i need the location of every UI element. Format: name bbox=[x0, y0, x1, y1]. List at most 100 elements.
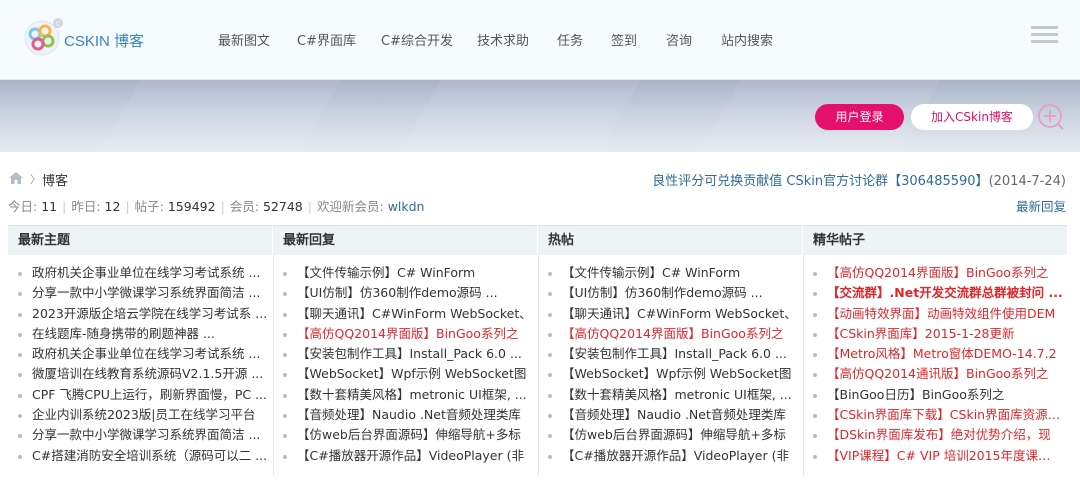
user-login-button[interactable]: 用户登录 bbox=[815, 104, 904, 130]
nav-latest-images[interactable]: 最新图文 bbox=[218, 30, 270, 49]
column-featured-posts: 精华帖子 【高仿QQ2014界面版】BinGoo系列之 【交流群】.Net开发交流… bbox=[803, 225, 1067, 475]
post-title-link[interactable]: C#搭建消防安全培训系统（源码可以二 ... bbox=[32, 446, 268, 466]
announcement[interactable]: 良性评分可兑换贡献值 CSkin官方讨论群【306485590】(2014-7-… bbox=[652, 170, 1066, 189]
list-item[interactable]: 【音频处理】Naudio .Net音频处理类库 bbox=[273, 405, 537, 425]
list-item[interactable]: C#搭建消防安全培训系统（源码可以二 ... bbox=[8, 446, 272, 466]
plus-circle-icon[interactable] bbox=[1037, 103, 1065, 131]
post-title-link[interactable]: 【CSkin界面库】2015-1-28更新 bbox=[827, 324, 1063, 344]
list-item[interactable]: 【CSkin界面库下载】CSkin界面库资源 ... bbox=[803, 405, 1067, 425]
nav-tasks[interactable]: 任务 bbox=[557, 30, 583, 49]
list-item[interactable]: 【高仿QQ2014界面版】BinGoo系列之 bbox=[273, 324, 537, 344]
nav-checkin[interactable]: 签到 bbox=[611, 30, 637, 49]
hamburger-menu-icon[interactable] bbox=[1031, 26, 1058, 50]
nav-consult[interactable]: 咨询 bbox=[666, 30, 692, 49]
post-title-link[interactable]: 微厦培训在线教育系统源码V2.1.5开源 ... bbox=[32, 364, 268, 384]
list-item[interactable]: 【VIP课程】C# VIP 培训2015年度课程 ... bbox=[803, 446, 1067, 466]
list-item[interactable]: 【文件传输示例】C# WinForm bbox=[273, 263, 537, 283]
post-title-link[interactable]: 【聊天通讯】C#WinForm WebSocket、 bbox=[297, 304, 533, 324]
post-title-link[interactable]: 【BinGoo日历】BinGoo系列之 bbox=[827, 385, 1063, 405]
list-item[interactable]: 【聊天通讯】C#WinForm WebSocket、 bbox=[273, 304, 537, 324]
list-item[interactable]: 分享一款中小学微课学习系统界面简洁 ... bbox=[8, 283, 272, 303]
post-title-link[interactable]: 2023开源版企培云学院在线学习考试系 ... bbox=[32, 304, 268, 324]
nav-csharp-development[interactable]: C#综合开发 bbox=[381, 30, 453, 49]
list-item[interactable]: 【高仿QQ2014界面版】BinGoo系列之 bbox=[538, 324, 802, 344]
post-title-link[interactable]: 企业内训系统2023版|员工在线学习平台 bbox=[32, 405, 268, 425]
list-item[interactable]: 【文件传输示例】C# WinForm bbox=[538, 263, 802, 283]
list-item[interactable]: 【仿web后台界面源码】伸缩导航+多标 bbox=[538, 425, 802, 445]
join-blog-button[interactable]: 加入CSkin博客 bbox=[911, 104, 1033, 130]
list-item[interactable]: 【安装包制作工具】Install_Pack 6.0 ... bbox=[273, 344, 537, 364]
post-title-link[interactable]: 【交流群】.Net开发交流群总群被封问 ... bbox=[827, 283, 1063, 303]
post-title-link[interactable]: 【WebSocket】Wpf示例 WebSocket图 bbox=[297, 364, 533, 384]
post-title-link[interactable]: 【音频处理】Naudio .Net音频处理类库 bbox=[297, 405, 533, 425]
post-title-link[interactable]: 【CSkin界面库下载】CSkin界面库资源 ... bbox=[827, 405, 1063, 425]
post-title-link[interactable]: 【C#播放器开源作品】VideoPlayer (非 bbox=[297, 446, 533, 466]
nav-csharp-ui-library[interactable]: C#界面库 bbox=[297, 30, 356, 49]
post-title-link[interactable]: 政府机关企事业单位在线学习考试系统 ... bbox=[32, 263, 268, 283]
list-item[interactable]: 【音频处理】Naudio .Net音频处理类库 bbox=[538, 405, 802, 425]
post-title-link[interactable]: 在线题库-随身携带的刷题神器 ... bbox=[32, 324, 268, 344]
breadcrumb-blog[interactable]: 博客 bbox=[42, 170, 68, 189]
post-title-link[interactable]: 【VIP课程】C# VIP 培训2015年度课程 ... bbox=[827, 446, 1063, 466]
list-item[interactable]: 【交流群】.Net开发交流群总群被封问 ... bbox=[803, 283, 1067, 303]
post-title-link[interactable]: 【高仿QQ2014界面版】BinGoo系列之 bbox=[827, 263, 1063, 283]
list-item[interactable]: 【高仿QQ2014界面版】BinGoo系列之 bbox=[803, 263, 1067, 283]
list-item[interactable]: 分享一款中小学微课学习系统界面简洁 ... bbox=[8, 425, 272, 445]
post-title-link[interactable]: 【仿web后台界面源码】伸缩导航+多标 bbox=[562, 425, 798, 445]
list-item[interactable]: 【C#播放器开源作品】VideoPlayer (非 bbox=[538, 446, 802, 466]
list-item[interactable]: 2023开源版企培云学院在线学习考试系 ... bbox=[8, 304, 272, 324]
post-title-link[interactable]: 【UI仿制】仿360制作demo源码 ... bbox=[562, 283, 798, 303]
post-title-link[interactable]: 【WebSocket】Wpf示例 WebSocket图 bbox=[562, 364, 798, 384]
list-item[interactable]: 政府机关企事业单位在线学习考试系统 ... bbox=[8, 263, 272, 283]
announcement-text[interactable]: 良性评分可兑换贡献值 CSkin官方讨论群【306485590】 bbox=[652, 174, 988, 189]
list-item[interactable]: 【UI仿制】仿360制作demo源码 ... bbox=[273, 283, 537, 303]
list-item[interactable]: 【Metro风格】Metro窗体DEMO-14.7.2 bbox=[803, 344, 1067, 364]
post-title-link[interactable]: 政府机关企事业单位在线学习考试系统 ... bbox=[32, 344, 268, 364]
list-item[interactable]: 【BinGoo日历】BinGoo系列之 bbox=[803, 385, 1067, 405]
post-title-link[interactable]: 【安装包制作工具】Install_Pack 6.0 ... bbox=[297, 344, 533, 364]
post-title-link[interactable]: 【C#播放器开源作品】VideoPlayer (非 bbox=[562, 446, 798, 466]
list-item[interactable]: 【安装包制作工具】Install_Pack 6.0 ... bbox=[538, 344, 802, 364]
site-logo[interactable]: C CSKIN 博客 bbox=[18, 14, 158, 62]
post-title-link[interactable]: 【高仿QQ2014通讯版】BinGoo系列之 bbox=[827, 364, 1063, 384]
post-title-link[interactable]: 【UI仿制】仿360制作demo源码 ... bbox=[297, 283, 533, 303]
list-item[interactable]: 【CSkin界面库】2015-1-28更新 bbox=[803, 324, 1067, 344]
list-item[interactable]: 微厦培训在线教育系统源码V2.1.5开源 ... bbox=[8, 364, 272, 384]
post-title-link[interactable]: 【音频处理】Naudio .Net音频处理类库 bbox=[562, 405, 798, 425]
post-title-link[interactable]: 【高仿QQ2014界面版】BinGoo系列之 bbox=[297, 324, 533, 344]
list-item[interactable]: CPF 飞腾CPU上运行，刷新界面慢，PC ... bbox=[8, 385, 272, 405]
list-item[interactable]: 【UI仿制】仿360制作demo源码 ... bbox=[538, 283, 802, 303]
post-title-link[interactable]: 【数十套精美风格】metronic UI框架, ... bbox=[562, 385, 798, 405]
nav-site-search[interactable]: 站内搜索 bbox=[721, 30, 773, 49]
list-item[interactable]: 【数十套精美风格】metronic UI框架, ... bbox=[538, 385, 802, 405]
list-item[interactable]: 【高仿QQ2014通讯版】BinGoo系列之 bbox=[803, 364, 1067, 384]
post-title-link[interactable]: 【仿web后台界面源码】伸缩导航+多标 bbox=[297, 425, 533, 445]
list-item[interactable]: 【WebSocket】Wpf示例 WebSocket图 bbox=[538, 364, 802, 384]
list-item[interactable]: 【数十套精美风格】metronic UI框架, ... bbox=[273, 385, 537, 405]
post-title-link[interactable]: CPF 飞腾CPU上运行，刷新界面慢，PC ... bbox=[32, 385, 268, 405]
list-item[interactable]: 政府机关企事业单位在线学习考试系统 ... bbox=[8, 344, 272, 364]
post-title-link[interactable]: 【聊天通讯】C#WinForm WebSocket、 bbox=[562, 304, 798, 324]
list-item[interactable]: 【仿web后台界面源码】伸缩导航+多标 bbox=[273, 425, 537, 445]
post-title-link[interactable]: 【文件传输示例】C# WinForm bbox=[562, 263, 798, 283]
nav-tech-help[interactable]: 技术求助 bbox=[477, 30, 529, 49]
list-item[interactable]: 【WebSocket】Wpf示例 WebSocket图 bbox=[273, 364, 537, 384]
post-title-link[interactable]: 【安装包制作工具】Install_Pack 6.0 ... bbox=[562, 344, 798, 364]
post-title-link[interactable]: 【Metro风格】Metro窗体DEMO-14.7.2 bbox=[827, 344, 1063, 364]
post-title-link[interactable]: 【DSkin界面库发布】绝对优势介绍，现 bbox=[827, 425, 1063, 445]
post-title-link[interactable]: 【动画特效界面】动画特效组件使用DEM bbox=[827, 304, 1063, 324]
home-icon[interactable] bbox=[8, 171, 24, 185]
new-member-link[interactable]: wlkdn bbox=[388, 199, 425, 214]
list-item[interactable]: 【动画特效界面】动画特效组件使用DEM bbox=[803, 304, 1067, 324]
list-item[interactable]: 【聊天通讯】C#WinForm WebSocket、 bbox=[538, 304, 802, 324]
list-item[interactable]: 【C#播放器开源作品】VideoPlayer (非 bbox=[273, 446, 537, 466]
post-title-link[interactable]: 【文件传输示例】C# WinForm bbox=[297, 263, 533, 283]
list-item[interactable]: 企业内训系统2023版|员工在线学习平台 bbox=[8, 405, 272, 425]
list-item[interactable]: 【DSkin界面库发布】绝对优势介绍，现 bbox=[803, 425, 1067, 445]
post-title-link[interactable]: 分享一款中小学微课学习系统界面简洁 ... bbox=[32, 283, 268, 303]
post-title-link[interactable]: 【高仿QQ2014界面版】BinGoo系列之 bbox=[562, 324, 798, 344]
post-title-link[interactable]: 【数十套精美风格】metronic UI框架, ... bbox=[297, 385, 533, 405]
list-item[interactable]: 在线题库-随身携带的刷题神器 ... bbox=[8, 324, 272, 344]
latest-reply-link[interactable]: 最新回复 bbox=[1016, 196, 1066, 215]
post-title-link[interactable]: 分享一款中小学微课学习系统界面简洁 ... bbox=[32, 425, 268, 445]
